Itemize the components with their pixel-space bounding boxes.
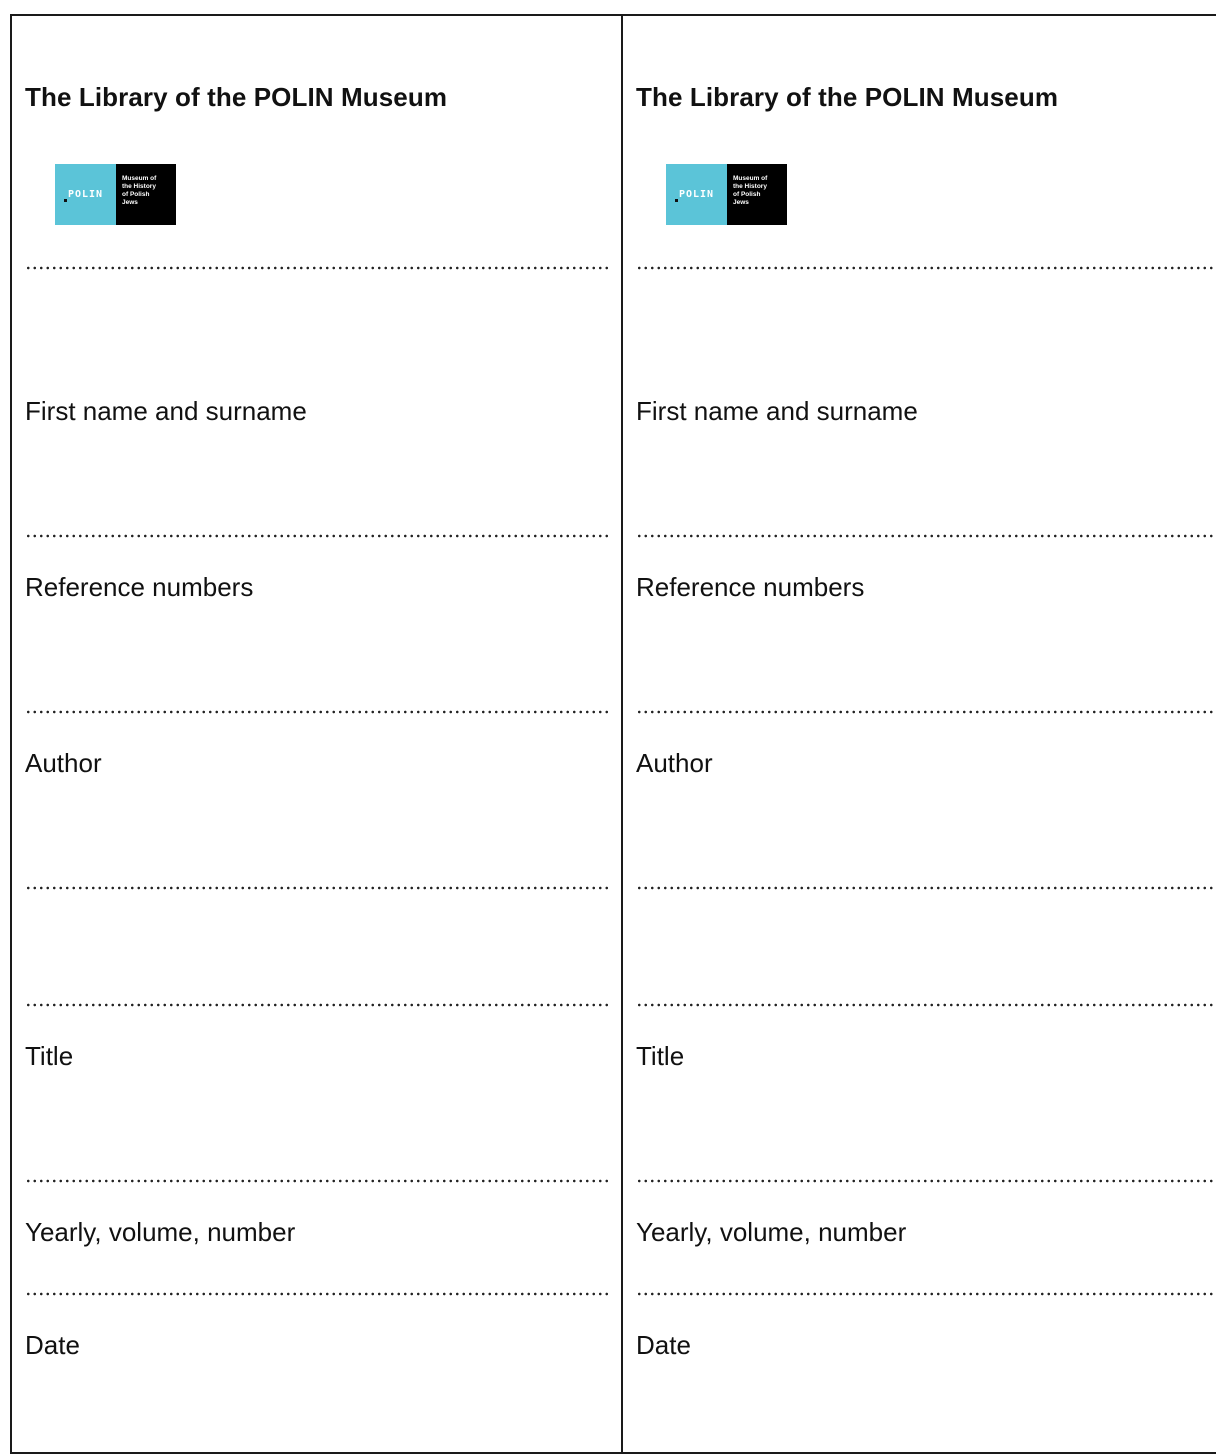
field-label-reference: Reference numbers: [636, 572, 865, 602]
slip-title: The Library of the POLIN Museum: [636, 82, 1059, 112]
dotted-line-date: [636, 1290, 1216, 1298]
dotted-line-reference: [636, 532, 1216, 540]
slip-title: The Library of the POLIN Museum: [25, 82, 448, 112]
polin-museum-logo: POLIN Museum of the History of Polish Je…: [55, 164, 176, 225]
dotted-line-reference: [25, 532, 611, 540]
dotted-line-title: [25, 1001, 611, 1009]
dotted-line-author: [25, 708, 611, 716]
dotted-line-title: [636, 1001, 1216, 1009]
dotted-line-name: [636, 264, 1216, 272]
logo-wordmark: POLIN: [678, 189, 715, 200]
logo-dot: [64, 199, 67, 202]
field-label-author: Author: [636, 748, 713, 778]
field-label-date: Date: [25, 1330, 80, 1360]
dotted-line-date: [25, 1290, 611, 1298]
library-request-form: The Library of the POLIN Museum POLIN Mu…: [10, 14, 1216, 1454]
polin-museum-logo: POLIN Museum of the History of Polish Je…: [666, 164, 787, 225]
field-label-yearly: Yearly, volume, number: [25, 1217, 296, 1247]
logo-wordmark-panel: POLIN: [666, 164, 727, 225]
field-label-author: Author: [25, 748, 102, 778]
dotted-line-name: [25, 264, 611, 272]
dotted-line-yearly: [636, 1177, 1216, 1185]
field-label-name: First name and surname: [636, 396, 918, 426]
field-label-title: Title: [636, 1041, 685, 1071]
request-slip-left: The Library of the POLIN Museum POLIN Mu…: [12, 16, 623, 1452]
field-label-name: First name and surname: [25, 396, 307, 426]
logo-wordmark-panel: POLIN: [55, 164, 116, 225]
logo-tagline: Museum of the History of Polish Jews: [727, 164, 787, 225]
logo-dot: [675, 199, 678, 202]
field-label-reference: Reference numbers: [25, 572, 254, 602]
dotted-line-blank: [636, 884, 1216, 892]
field-label-date: Date: [636, 1330, 691, 1360]
request-slip-right: The Library of the POLIN Museum POLIN Mu…: [623, 16, 1216, 1452]
logo-wordmark: POLIN: [67, 189, 104, 200]
dotted-line-author: [636, 708, 1216, 716]
logo-tagline: Museum of the History of Polish Jews: [116, 164, 176, 225]
field-label-yearly: Yearly, volume, number: [636, 1217, 907, 1247]
field-label-title: Title: [25, 1041, 74, 1071]
dotted-line-yearly: [25, 1177, 611, 1185]
dotted-line-blank: [25, 884, 611, 892]
